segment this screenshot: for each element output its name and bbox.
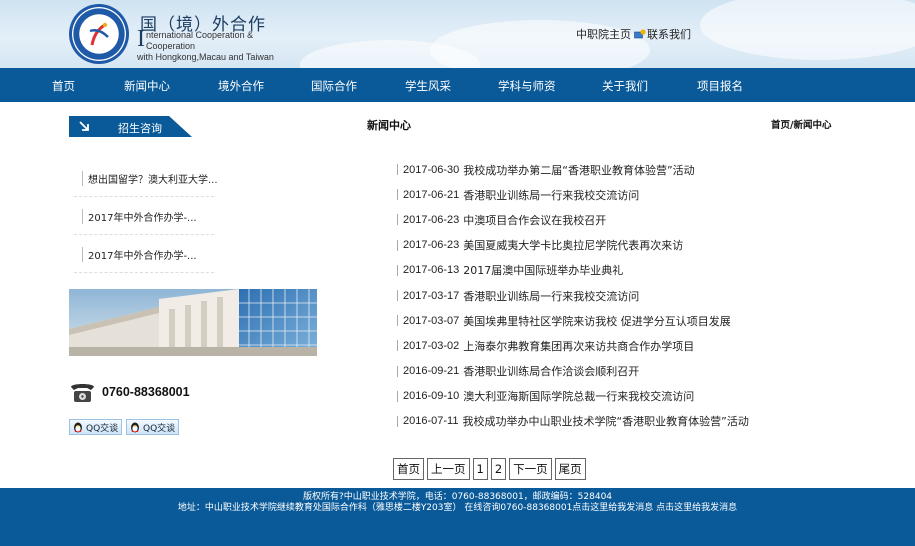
pager-page-2[interactable]: 2 <box>490 458 507 480</box>
list-bullet <box>397 315 398 327</box>
qq-penguin-icon <box>131 422 139 433</box>
news-item[interactable]: 2016-09-21 香港职业训练局合作洽谈会顺利召开 <box>397 359 817 384</box>
news-title: 香港职业训练局一行来我校交流访问 <box>463 188 640 202</box>
site-header: 国（境）外合作 I nternational Cooperation & Coo… <box>0 0 915 68</box>
pager-next[interactable]: 下一页 <box>509 458 552 480</box>
news-item[interactable]: 2017-03-07 美国埃弗里特社区学院来访我校 促进学分互认项目发展 <box>397 308 817 333</box>
sidebar-item-label[interactable]: 想出国留学？澳大利亚大学... <box>82 171 218 186</box>
top-links: 中职院主页 联系我们 <box>576 26 691 42</box>
main-nav: 首页 新闻中心 境外合作 国际合作 学生风采 学科与师资 关于我们 项目报名 <box>0 68 915 102</box>
news-date: 2017-06-30 <box>403 163 460 176</box>
news-date: 2017-06-23 <box>403 213 460 226</box>
nav-item-students[interactable]: 学生风采 <box>405 78 451 94</box>
qq-chat-button[interactable]: QQ交谈 <box>69 419 123 435</box>
list-bullet <box>397 264 398 276</box>
site-subtitle: I nternational Cooperation & Cooperation… <box>137 26 296 63</box>
pager-page-1[interactable]: 1 <box>472 458 488 480</box>
home-link[interactable]: 中职院主页 <box>576 26 631 42</box>
qq-chat-button[interactable]: QQ交谈 <box>126 419 180 435</box>
qq-chat-label: QQ交谈 <box>86 423 119 434</box>
news-date: 2016-07-11 <box>403 415 459 428</box>
news-date: 2017-06-21 <box>403 188 460 201</box>
news-item[interactable]: 2017-06-23 美国夏威夷大学卡比奥拉尼学院代表再次来访 <box>397 233 817 258</box>
news-title: 美国夏威夷大学卡比奥拉尼学院代表再次来访 <box>463 239 684 253</box>
news-date: 2017-03-02 <box>403 339 460 352</box>
list-bullet <box>397 239 398 251</box>
list-bullet <box>397 340 398 352</box>
news-title: 香港职业训练局一行来我校交流访问 <box>463 289 640 303</box>
nav-item-international[interactable]: 国际合作 <box>311 78 357 94</box>
site-footer: 版权所有?中山职业技术学院，电话：0760-88368001，邮政编码：5284… <box>0 488 915 546</box>
pager-prev[interactable]: 上一页 <box>427 458 470 480</box>
news-title: 中澳项目合作会议在我校召开 <box>463 213 607 227</box>
list-bullet <box>397 189 398 201</box>
news-date: 2017-03-07 <box>403 314 460 327</box>
contact-phone: 0760-88368001 <box>69 381 190 403</box>
qq-penguin-icon <box>74 422 82 433</box>
campus-photo <box>69 289 317 356</box>
list-bullet <box>397 390 398 402</box>
pagination: 首页 上一页 1 2 下一页 尾页 <box>393 458 589 480</box>
telephone-icon <box>71 384 94 402</box>
emblem-mark <box>89 22 109 46</box>
nav-item-overseas[interactable]: 境外合作 <box>218 78 264 94</box>
sidebar-heading-label: 招生咨询 <box>118 122 162 135</box>
news-item[interactable]: 2017-06-23 中澳项目合作会议在我校召开 <box>397 207 817 232</box>
footer-address[interactable]: 地址：中山职业技术学院继续教育处国际合作科（雅思楼二楼Y203室） 在线咨询07… <box>0 500 915 513</box>
contact-link[interactable]: 联系我们 <box>647 26 691 42</box>
sidebar-item-label[interactable]: 2017年中外合作办学-... <box>82 209 197 224</box>
news-title: 我校成功举办中山职业技术学院“香港职业教育体验营”活动 <box>462 415 749 429</box>
news-title: 美国埃弗里特社区学院来访我校 促进学分互认项目发展 <box>463 314 731 328</box>
nav-item-faculty[interactable]: 学科与师资 <box>498 78 556 94</box>
list-bullet <box>397 164 398 176</box>
arrow-down-right-icon <box>79 121 89 131</box>
phone-number: 0760-88368001 <box>102 385 190 399</box>
news-title: 我校成功举办第二届“香港职业教育体验营”活动 <box>463 163 695 177</box>
sidebar-list: 想出国留学？澳大利亚大学... 2017年中外合作办学-... 2017年中外合… <box>74 159 218 273</box>
news-item[interactable]: 2017-06-21 香港职业训练局一行来我校交流访问 <box>397 182 817 207</box>
news-title: 香港职业训练局合作洽谈会顺利召开 <box>463 365 640 379</box>
sidebar-item[interactable]: 2017年中外合作办学-... <box>74 197 214 235</box>
subtitle-line-1: nternational Cooperation & Cooperation <box>146 30 254 51</box>
nav-item-home[interactable]: 首页 <box>52 78 75 94</box>
news-item[interactable]: 2016-07-11 我校成功举办中山职业技术学院“香港职业教育体验营”活动 <box>397 409 817 434</box>
qq-chat-label: QQ交谈 <box>143 423 176 434</box>
news-date: 2017-03-17 <box>403 289 460 302</box>
list-bullet <box>397 365 398 377</box>
news-title: 2017届澳中国际班举办毕业典礼 <box>463 264 624 278</box>
header-cloud <box>700 0 915 60</box>
news-date: 2016-09-10 <box>403 390 460 403</box>
nav-item-about[interactable]: 关于我们 <box>602 78 648 94</box>
list-bullet <box>397 214 398 226</box>
news-list: 2017-06-30 我校成功举办第二届“香港职业教育体验营”活动 2017-06… <box>397 157 817 434</box>
subtitle-line-2: with Hongkong,Macau and Taiwan <box>137 52 274 62</box>
news-item[interactable]: 2016-09-10 澳大利亚海斯国际学院总裁一行来我校交流访问 <box>397 384 817 409</box>
list-bullet <box>397 415 398 427</box>
sidebar-item[interactable]: 2017年中外合作办学-... <box>74 235 214 273</box>
news-item[interactable]: 2017-03-02 上海泰尔弗教育集团再次来访共商合作办学项目 <box>397 333 817 358</box>
nav-item-news[interactable]: 新闻中心 <box>124 78 170 94</box>
subtitle-initial: I <box>137 26 145 52</box>
news-title: 澳大利亚海斯国际学院总裁一行来我校交流访问 <box>463 390 695 404</box>
news-date: 2017-06-13 <box>403 264 460 277</box>
sidebar-heading: 招生咨询 <box>69 116 192 137</box>
sidebar-item-label[interactable]: 2017年中外合作办学-... <box>82 247 197 262</box>
nav-item-signup[interactable]: 项目报名 <box>697 78 743 94</box>
breadcrumb[interactable]: 首页/新闻中心 <box>771 117 831 131</box>
pager-last[interactable]: 尾页 <box>554 458 586 480</box>
list-bullet <box>397 290 398 302</box>
news-date: 2016-09-21 <box>403 365 460 378</box>
news-date: 2017-06-23 <box>403 239 460 252</box>
school-emblem-icon[interactable] <box>69 4 129 64</box>
pager-first[interactable]: 首页 <box>393 458 424 480</box>
sidebar-item[interactable]: 想出国留学？澳大利亚大学... <box>74 159 218 197</box>
news-item[interactable]: 2017-06-13 2017届澳中国际班举办毕业典礼 <box>397 258 817 283</box>
contact-icon <box>634 29 646 39</box>
campus-building-image <box>69 289 317 356</box>
page-title: 新闻中心 <box>367 119 411 132</box>
news-title: 上海泰尔弗教育集团再次来访共商合作办学项目 <box>463 339 695 353</box>
news-item[interactable]: 2017-03-17 香港职业训练局一行来我校交流访问 <box>397 283 817 308</box>
news-item[interactable]: 2017-06-30 我校成功举办第二届“香港职业教育体验营”活动 <box>397 157 817 182</box>
